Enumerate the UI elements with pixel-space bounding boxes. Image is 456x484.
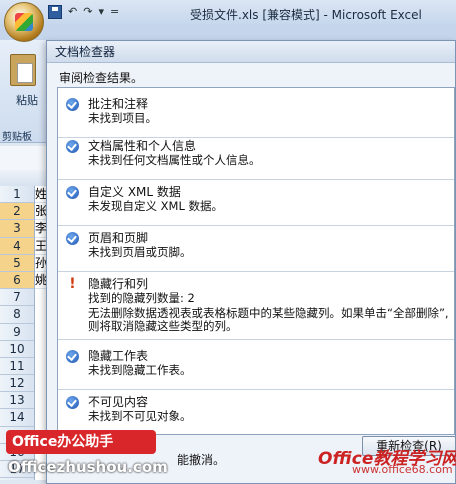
row-header[interactable]: 6	[0, 271, 34, 290]
dialog-title: 文档检查器	[47, 41, 455, 63]
customize-qat-icon[interactable]: =	[110, 5, 119, 21]
watermark-right-url: www.office68.com	[352, 463, 453, 476]
paste-label: 粘贴	[16, 94, 38, 107]
result-item-hidden-sheets: 隐藏工作表 未找到隐藏工作表。	[58, 340, 454, 390]
row-header[interactable]: 2	[0, 203, 34, 221]
check-icon	[66, 140, 79, 153]
row-header[interactable]: 5	[0, 254, 34, 272]
row-header[interactable]: 7	[0, 289, 34, 307]
result-item-header-footer: 页眉和页脚 未找到页眉或页脚。	[58, 222, 454, 272]
paste-icon[interactable]	[10, 54, 36, 86]
window-title: 受损文件.xls [兼容模式] - Microsoft Excel	[190, 8, 422, 22]
result-item-xml: 自定义 XML 数据 未发现自定义 XML 数据。	[58, 176, 454, 226]
dropdown-icon[interactable]: ▾	[98, 5, 104, 21]
row-header[interactable]: 10	[0, 341, 34, 358]
watermark-left-brand: Office办公助手	[6, 430, 156, 454]
check-icon	[66, 98, 79, 111]
row-header[interactable]: 11	[0, 358, 34, 376]
quick-access-toolbar: ↶ ↷ ▾ =	[48, 5, 119, 21]
result-description: 未发现自定义 XML 数据。	[88, 199, 224, 213]
undo-warning-note: 能撤消。	[177, 453, 226, 467]
inspection-results-list[interactable]: 批注和注释 未找到项目。 文档属性和个人信息 未找到任何文档属性或个人信息。 自…	[57, 87, 455, 435]
result-item-hidden-rows-columns: ! 隐藏行和列 找到的隐藏列数量: 2 无法删除数据透视表或表格标题中的某些隐藏…	[58, 268, 454, 340]
save-icon[interactable]	[48, 5, 62, 19]
redo-icon[interactable]: ↷	[83, 5, 92, 21]
row-header[interactable]: 9	[0, 324, 34, 341]
row-header[interactable]: 4	[0, 237, 34, 255]
clipboard-group-label: 剪贴板	[2, 132, 32, 143]
row-header[interactable]: 8	[0, 306, 34, 324]
result-item-properties: 文档属性和个人信息 未找到任何文档属性或个人信息。	[58, 130, 454, 180]
result-item-invisible-content: 不可见内容 未找到不可见对象。	[58, 386, 454, 434]
result-description: 未找到项目。	[88, 111, 157, 125]
result-description-line3: 则将取消隐藏这些类型的列。	[88, 319, 238, 333]
office-button[interactable]	[4, 2, 44, 42]
undo-icon[interactable]: ↶	[68, 5, 77, 21]
check-icon	[66, 186, 79, 199]
row-header[interactable]: 1	[0, 186, 34, 204]
dialog-subtitle: 审阅检查结果。	[59, 71, 144, 85]
row-header[interactable]: 3	[0, 220, 34, 238]
check-icon	[66, 350, 79, 363]
ribbon-tabs	[0, 26, 456, 40]
result-description: 未找到页眉或页脚。	[88, 245, 192, 259]
result-description: 未找到不可见对象。	[88, 409, 192, 423]
result-description: 未找到隐藏工作表。	[88, 363, 192, 377]
paste-group[interactable]: 粘贴	[2, 50, 46, 138]
check-icon	[66, 396, 79, 409]
check-icon	[66, 232, 79, 245]
row-header[interactable]: 14	[0, 409, 34, 427]
title-bar: ↶ ↷ ▾ = 受损文件.xls [兼容模式] - Microsoft Exce…	[0, 0, 456, 27]
row-header[interactable]: 13	[0, 392, 34, 410]
result-description: 找到的隐藏列数量: 2	[88, 291, 195, 305]
document-inspector-dialog: 文档检查器 审阅检查结果。 批注和注释 未找到项目。 文档属性和个人信息 未找到…	[46, 40, 456, 484]
office-logo-icon	[15, 13, 33, 31]
row-header[interactable]: 12	[0, 375, 34, 393]
watermark-left-url: Officezhushou.com	[8, 458, 168, 476]
result-description: 未找到任何文档属性或个人信息。	[88, 153, 261, 167]
warning-icon: !	[69, 276, 76, 292]
